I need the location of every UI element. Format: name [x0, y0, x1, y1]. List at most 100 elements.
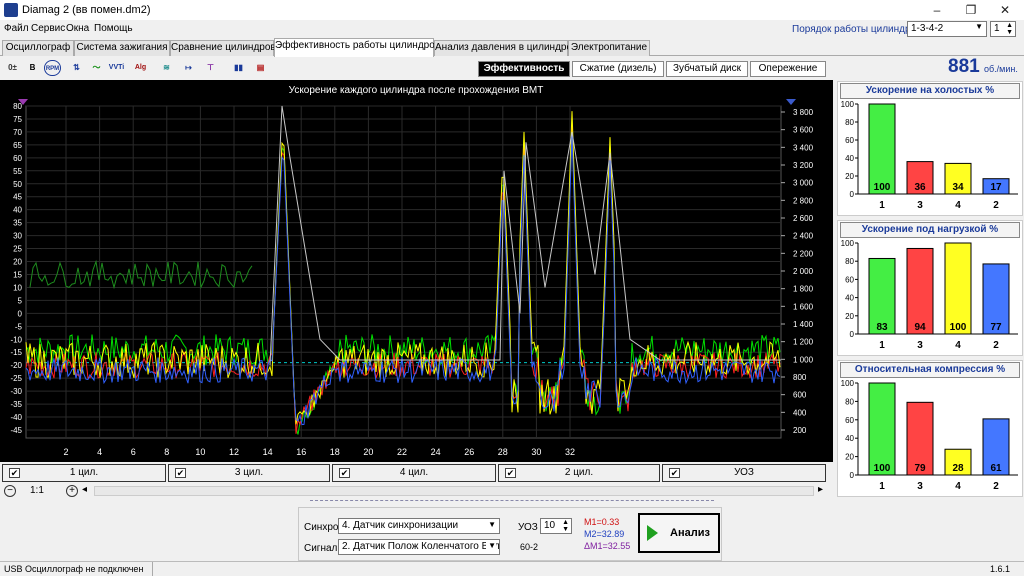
- menu-service[interactable]: Сервис: [31, 23, 65, 34]
- tab-ignition[interactable]: Система зажигания: [74, 40, 170, 56]
- zoom-scroll-row: − 1:1 + ◂ ▸: [0, 484, 833, 498]
- subtab-tooth-disk[interactable]: Зубчатый диск: [666, 61, 748, 77]
- chevron-down-icon: ▼: [486, 541, 496, 550]
- filter-icon[interactable]: ≋: [158, 60, 175, 76]
- y-tick-label: 35: [13, 219, 22, 228]
- curves-icon[interactable]: 〜: [88, 60, 105, 76]
- y-tick-label: 80: [13, 102, 22, 111]
- checkbox-icon[interactable]: ✔: [9, 468, 20, 478]
- bar-category-label: 4: [955, 340, 961, 351]
- chevron-down-icon: ▼: [488, 520, 496, 529]
- subtab-advance[interactable]: Опережение: [750, 61, 826, 77]
- x-tick-label: 8: [164, 447, 169, 457]
- report-icon[interactable]: ▤: [252, 60, 269, 76]
- close-button[interactable]: ✕: [988, 0, 1022, 20]
- checkbox-icon[interactable]: ✔: [175, 468, 186, 478]
- cylinder-order-spinner[interactable]: 1 ▲ ▼: [990, 21, 1016, 37]
- vvt-icon[interactable]: VVTi: [108, 60, 125, 76]
- y-tick-label: 20: [13, 258, 22, 267]
- y-tick-label: 70: [13, 128, 22, 137]
- bar-value-label: 100: [874, 463, 891, 474]
- y-tick-label: -35: [10, 400, 22, 409]
- tab-oscilloscope[interactable]: Осциллограф: [2, 40, 74, 56]
- channel-2[interactable]: ✔ 2 цил.: [498, 464, 660, 482]
- y-right-tick-label: 1 800: [793, 285, 814, 294]
- x-tick-label: 30: [531, 447, 541, 457]
- bar-category-label: 1: [879, 200, 885, 211]
- tab-cylinder-comparison[interactable]: Сравнение цилиндров: [170, 40, 276, 56]
- main-tabs: Осциллограф Система зажигания Сравнение …: [0, 38, 1024, 57]
- checkbox-icon[interactable]: ✔: [669, 468, 680, 478]
- scroll-right-icon[interactable]: ▸: [818, 484, 823, 495]
- y-right-tick-label: 2 000: [793, 267, 814, 276]
- sync-select[interactable]: 4. Датчик синхронизации ▼: [338, 518, 500, 534]
- y-tick-label: 20: [845, 312, 854, 321]
- bar-value-label: 83: [876, 322, 888, 333]
- zoom-out-icon[interactable]: −: [4, 485, 16, 497]
- zoom-in-icon[interactable]: +: [66, 485, 78, 497]
- channel-3[interactable]: ✔ 3 цил.: [168, 464, 330, 482]
- panel-load-acceleration: Ускорение под нагрузкой % 100 80 60 40 20 0 83…: [837, 220, 1023, 356]
- channel-uoz[interactable]: ✔ УОЗ: [662, 464, 826, 482]
- subtab-efficiency[interactable]: Эффективность: [478, 61, 570, 77]
- y-right-tick-label: 600: [793, 391, 807, 400]
- x-tick-label: 32: [565, 447, 575, 457]
- count-icon[interactable]: ↦: [180, 60, 197, 76]
- menu-windows[interactable]: Окна: [66, 23, 89, 34]
- uoz-label: УОЗ: [518, 522, 538, 533]
- uoz-spinner[interactable]: 10 ▲ ▼: [540, 518, 572, 534]
- marker-icon[interactable]: ⊤: [202, 60, 219, 76]
- checkbox-icon[interactable]: ✔: [339, 468, 350, 478]
- horizontal-scrollbar[interactable]: [94, 486, 814, 496]
- y-right-tick-label: 3 200: [793, 161, 814, 170]
- cylinder-order-select[interactable]: 1-3-4-2 ▼: [907, 21, 987, 37]
- menu-file[interactable]: Файл: [4, 23, 29, 34]
- bar-category-label: 2: [993, 340, 999, 351]
- app-icon: [4, 3, 18, 17]
- y-tick-label: 40: [845, 154, 854, 163]
- toolbar: 0± B RPM ⇅ 〜 VVTi Alg ≋ ↦ ⊤ ▮▮ ▤: [0, 57, 340, 79]
- signal-select[interactable]: 2. Датчик Полож Коленчатого Вал ▼: [338, 539, 500, 555]
- rpm-icon[interactable]: RPM: [44, 60, 61, 76]
- bold-b-icon[interactable]: B: [24, 60, 41, 76]
- bar: [944, 242, 972, 335]
- bars-icon[interactable]: ▮▮: [230, 60, 247, 76]
- sync-label: Синхро:: [304, 522, 342, 533]
- title-bar: Diamag 2 (вв помен.dm2) – ❐ ✕: [0, 0, 1024, 20]
- tab-cylinder-efficiency[interactable]: Эффективность работы цилиндров: [274, 38, 440, 57]
- tab-power-supply[interactable]: Электропитание: [568, 40, 650, 56]
- minimize-button[interactable]: –: [920, 0, 954, 20]
- algorithm-icon[interactable]: Alg: [132, 60, 149, 76]
- menu-help[interactable]: Помощь: [94, 23, 133, 34]
- scale-icon[interactable]: ⇅: [68, 60, 85, 76]
- y-tick-label: 60: [845, 275, 854, 284]
- x-tick-label: 4: [97, 447, 102, 457]
- bar-category-label: 3: [917, 200, 923, 211]
- y-right-tick-label: 1 200: [793, 338, 814, 347]
- acceleration-chart[interactable]: Ускорение каждого цилиндра после прохожд…: [0, 80, 833, 462]
- bar-value-label: 36: [914, 182, 926, 193]
- y-tick-label: -40: [10, 413, 22, 422]
- maximize-button[interactable]: ❐: [954, 0, 988, 20]
- splitter[interactable]: [310, 500, 714, 505]
- channel-1[interactable]: ✔ 1 цил.: [2, 464, 166, 482]
- y-tick-label: 75: [13, 115, 22, 124]
- y-right-tick-label: 2 400: [793, 232, 814, 241]
- y-tick-label: -5: [15, 322, 23, 331]
- y-tick-label: 0: [850, 471, 855, 480]
- chart-title: Ускорение каждого цилиндра после прохожд…: [289, 85, 544, 96]
- zoom-fit-icon[interactable]: 0±: [4, 60, 21, 76]
- y-tick-label: 60: [845, 416, 854, 425]
- delta-m-value: ΔM1=32.55: [584, 541, 631, 551]
- play-icon: [647, 525, 658, 541]
- sync-value: 4. Датчик синхронизации: [342, 520, 459, 531]
- scroll-left-icon[interactable]: ◂: [82, 484, 87, 495]
- analyze-button[interactable]: Анализ: [638, 513, 720, 553]
- bar-category-label: 1: [879, 481, 885, 492]
- tab-pressure-analysis[interactable]: Анализ давления в цилиндре: [434, 40, 572, 56]
- channel-4[interactable]: ✔ 4 цил.: [332, 464, 496, 482]
- subtab-compression[interactable]: Сжатие (дизель): [572, 61, 664, 77]
- y-right-tick-label: 2 200: [793, 249, 814, 258]
- y-tick-label: 20: [845, 453, 854, 462]
- checkbox-icon[interactable]: ✔: [505, 468, 516, 478]
